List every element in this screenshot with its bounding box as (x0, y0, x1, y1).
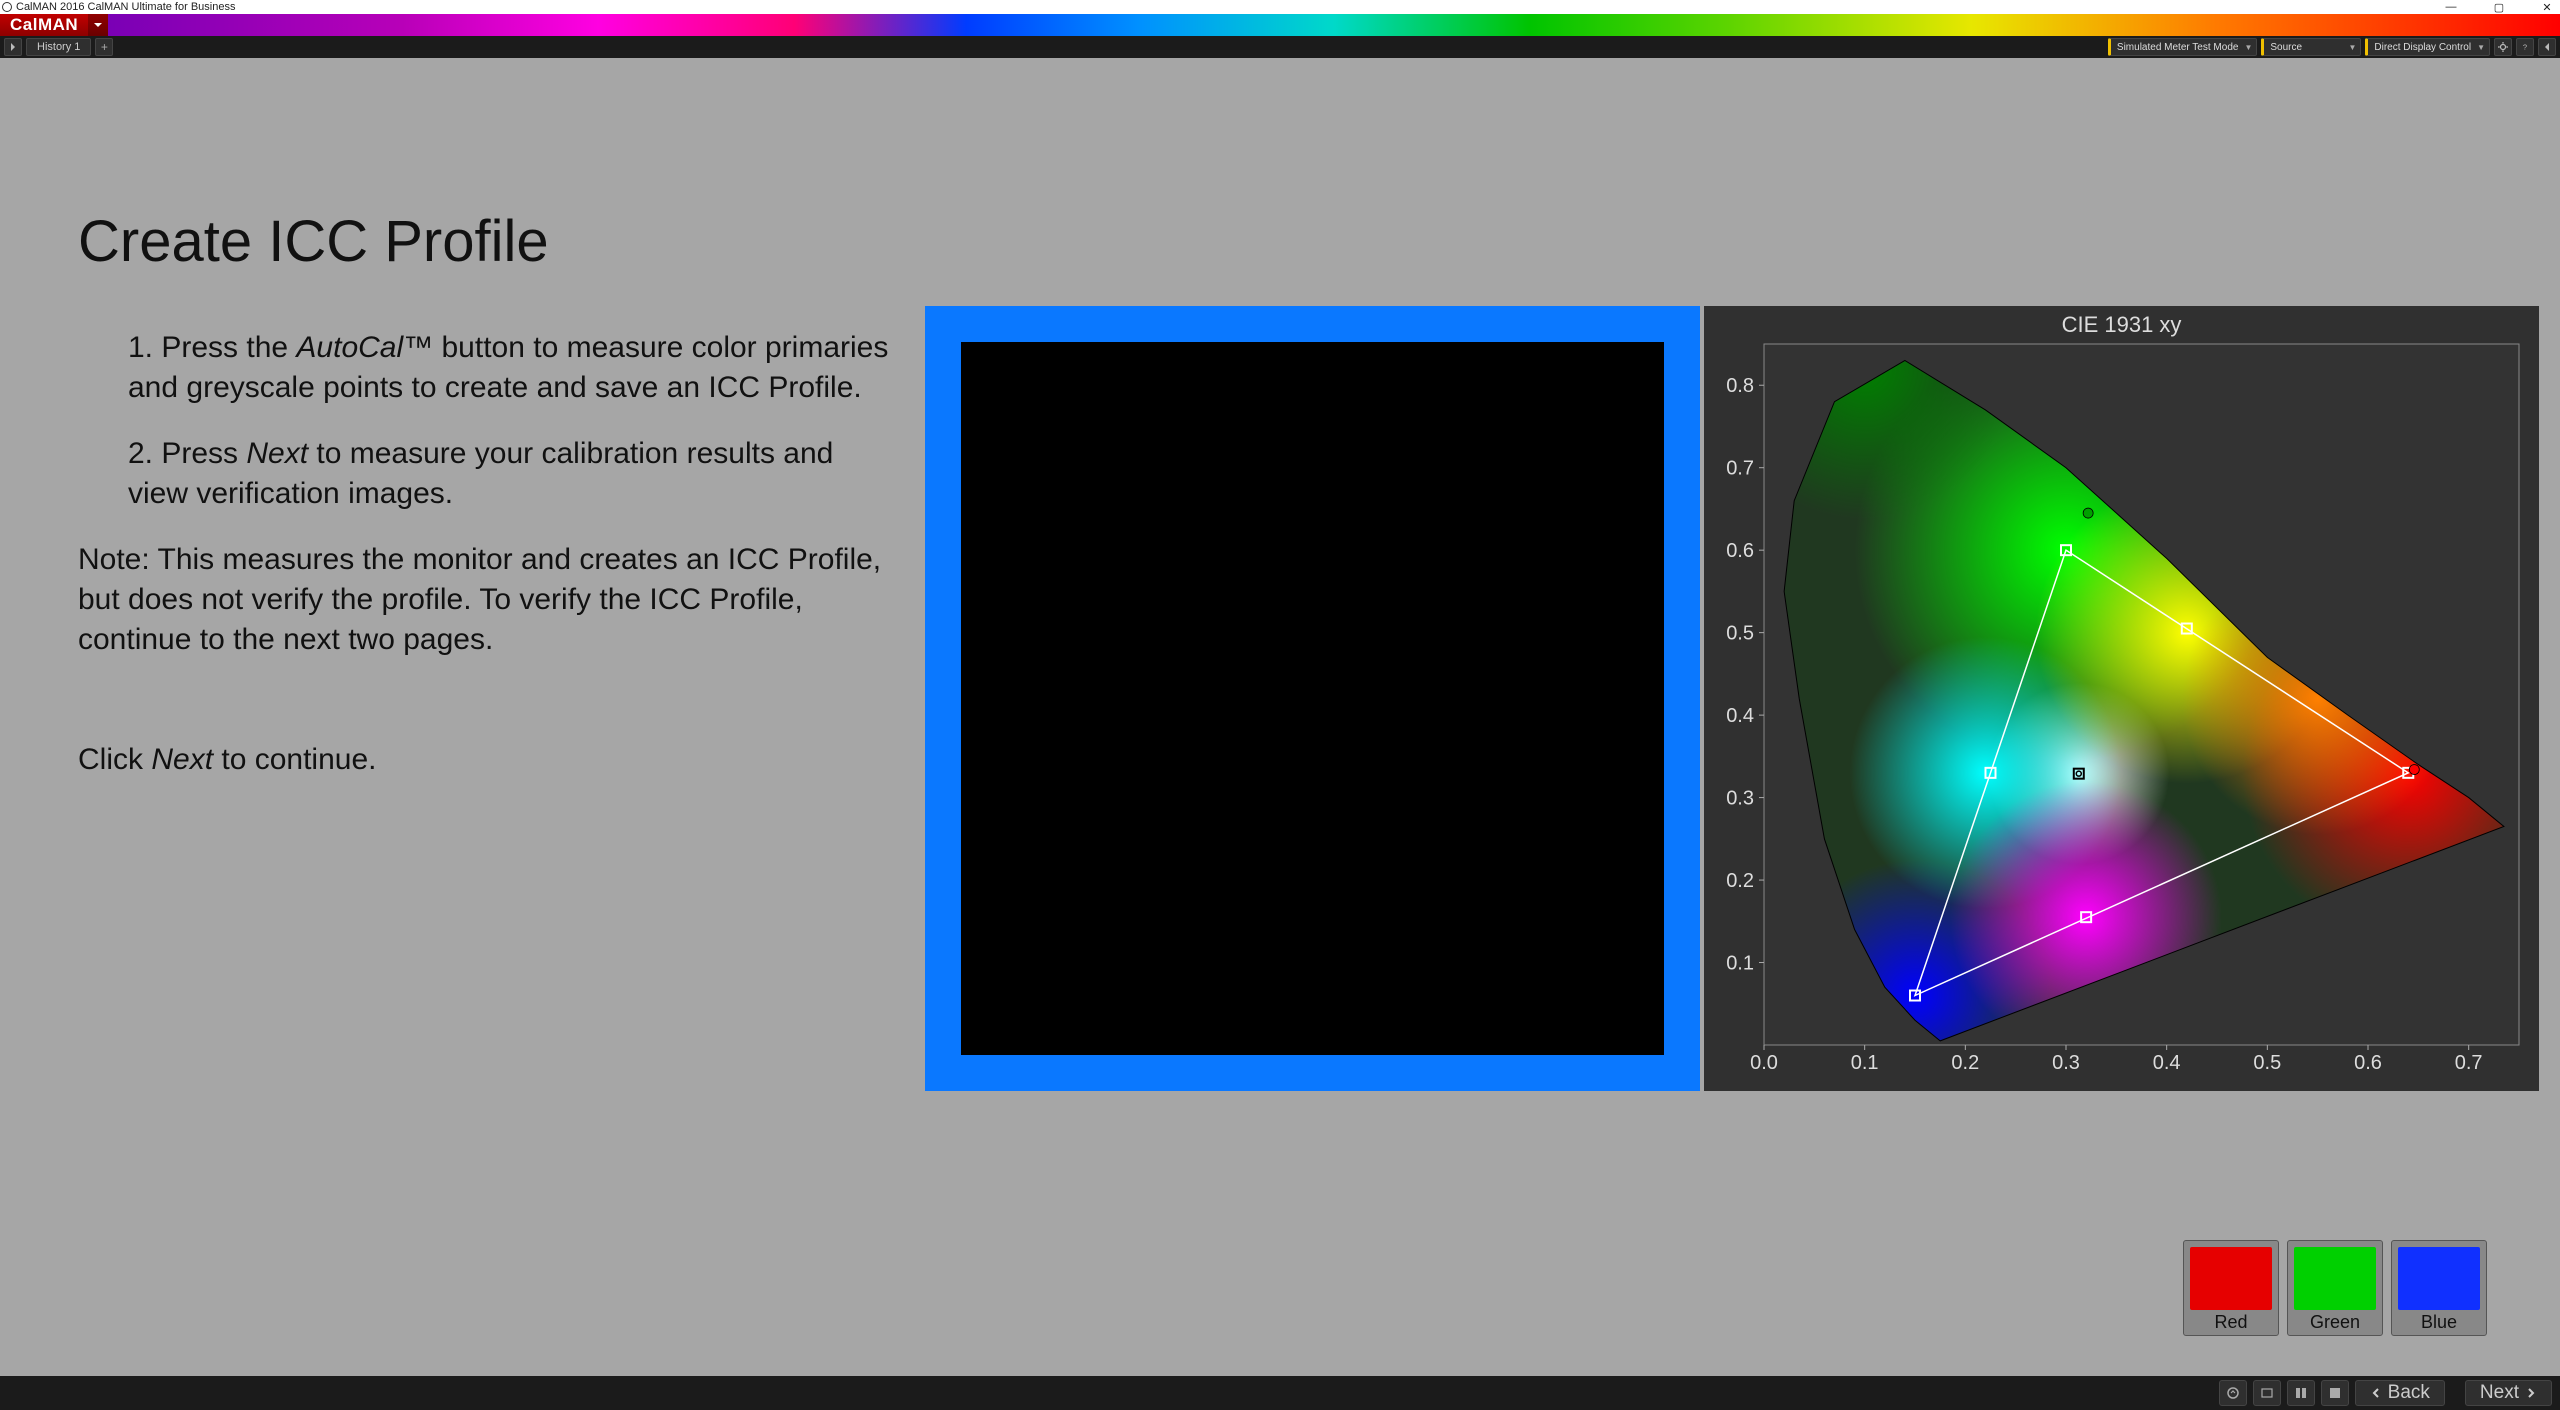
swatch-blue-label: Blue (2392, 1312, 2486, 1335)
chevron-down-icon: ▼ (2244, 43, 2252, 52)
footer-icon-1[interactable] (2219, 1380, 2247, 1406)
swatch-blue[interactable]: Blue (2391, 1240, 2487, 1336)
footer-icon-2[interactable] (2253, 1380, 2281, 1406)
note: Note: This measures the monitor and crea… (78, 540, 898, 660)
rgb-swatches: Red Green Blue (2183, 1240, 2487, 1336)
app-menu-bar: CalMAN (0, 14, 2560, 36)
svg-text:0.6: 0.6 (2354, 1052, 2382, 1074)
text: to continue. (213, 743, 376, 776)
footer-icon-4[interactable] (2321, 1380, 2349, 1406)
svg-text:0.6: 0.6 (1726, 540, 1754, 562)
help-button[interactable]: ? (2516, 38, 2534, 56)
direct-display-dropdown-label: Direct Display Control (2374, 43, 2471, 52)
svg-text:0.0: 0.0 (1750, 1052, 1778, 1074)
cta: Click Next to continue. (78, 740, 898, 780)
svg-text:0.1: 0.1 (1726, 953, 1754, 975)
svg-text:0.3: 0.3 (1726, 788, 1754, 810)
back-button[interactable]: Back (2355, 1380, 2445, 1406)
window-minimize-button[interactable]: — (2442, 1, 2460, 13)
svg-text:0.5: 0.5 (2253, 1052, 2281, 1074)
next-button-label: Next (2480, 1382, 2519, 1404)
svg-text:0.4: 0.4 (2153, 1052, 2181, 1074)
footer: Back Next (0, 1376, 2560, 1410)
swatch-red[interactable]: Red (2183, 1240, 2279, 1336)
svg-text:0.4: 0.4 (1726, 705, 1754, 727)
window-maximize-button[interactable]: ▢ (2490, 1, 2508, 13)
text: Click (78, 743, 151, 776)
brand-name: CalMAN (0, 14, 88, 36)
page-title: Create ICC Profile (78, 208, 549, 275)
svg-text:0.2: 0.2 (1726, 870, 1754, 892)
svg-text:?: ? (2523, 43, 2527, 52)
text-em: Next (246, 437, 308, 470)
svg-text:0.1: 0.1 (1851, 1052, 1879, 1074)
arrow-left-icon (2370, 1387, 2382, 1399)
swatch-green[interactable]: Green (2287, 1240, 2383, 1336)
svg-text:0.2: 0.2 (1951, 1052, 1979, 1074)
preview-panel (925, 306, 1700, 1091)
svg-text:0.7: 0.7 (2455, 1052, 2483, 1074)
window-close-button[interactable]: ✕ (2538, 1, 2556, 13)
window-title: CalMAN 2016 CalMAN Ultimate for Business (16, 1, 235, 13)
page-body: Create ICC Profile 1. Press the AutoCal™… (0, 58, 2560, 1376)
step-1: 1. Press the AutoCal™ button to measure … (128, 328, 898, 408)
chevron-down-icon: ▼ (2477, 43, 2485, 52)
meter-dropdown[interactable]: Simulated Meter Test Mode ▼ (2108, 38, 2257, 56)
text: 2. Press (128, 437, 246, 470)
source-dropdown[interactable]: Source ▼ (2261, 38, 2361, 56)
toolbar: History 1 + Simulated Meter Test Mode ▼ … (0, 36, 2560, 58)
instructions: 1. Press the AutoCal™ button to measure … (78, 328, 898, 780)
cie-chart: 0.0 0.1 0.2 0.3 0.4 0.5 0.6 0.7 0.1 0.2 0.3 0.4 0.5 0… (1704, 340, 2539, 1085)
back-button-label: Back (2388, 1382, 2430, 1404)
add-history-tab-button[interactable]: + (95, 38, 113, 56)
next-button[interactable]: Next (2465, 1380, 2552, 1406)
direct-display-dropdown[interactable]: Direct Display Control ▼ (2365, 38, 2490, 56)
history-tab[interactable]: History 1 (26, 38, 91, 56)
color-chip-red (2190, 1247, 2272, 1310)
svg-text:0.3: 0.3 (2052, 1052, 2080, 1074)
text-em: AutoCal (296, 331, 403, 364)
svg-text:0.8: 0.8 (1726, 375, 1754, 397)
spectrum-bar (108, 14, 2560, 36)
brand-menu-dropdown[interactable] (88, 14, 108, 36)
chart-title: CIE 1931 xy (1704, 306, 2539, 338)
color-chip-blue (2398, 1247, 2480, 1310)
text-em: Next (151, 743, 213, 776)
footer-icon-3[interactable] (2287, 1380, 2315, 1406)
chevron-down-icon: ▼ (2348, 43, 2356, 52)
svg-text:0.5: 0.5 (1726, 623, 1754, 645)
swatch-green-label: Green (2288, 1312, 2382, 1335)
step-2: 2. Press Next to measure your calibratio… (128, 434, 898, 514)
svg-text:0.7: 0.7 (1726, 458, 1754, 480)
cie-chart-panel: CIE 1931 xy 0.00.10.20.30.40.50.60.70.10… (1704, 306, 2539, 1091)
color-chip-green (2294, 1247, 2376, 1310)
toolbar-expand-button[interactable] (4, 38, 22, 56)
settings-button[interactable] (2494, 38, 2512, 56)
meter-dropdown-label: Simulated Meter Test Mode (2117, 43, 2239, 52)
text: 1. Press the (128, 331, 296, 364)
app-icon (2, 2, 12, 12)
window-titlebar: CalMAN 2016 CalMAN Ultimate for Business… (0, 0, 2560, 14)
swatch-red-label: Red (2184, 1312, 2278, 1335)
arrow-right-icon (2525, 1387, 2537, 1399)
source-dropdown-label: Source (2270, 43, 2302, 52)
preview-content (961, 342, 1664, 1055)
collapse-right-button[interactable] (2538, 38, 2556, 56)
window-controls: — ▢ ✕ (2442, 1, 2556, 13)
